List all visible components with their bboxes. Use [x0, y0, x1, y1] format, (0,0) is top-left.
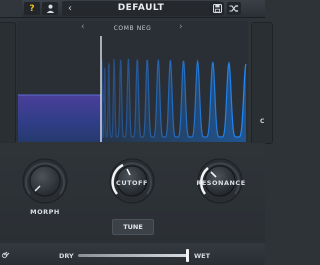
help-button[interactable]: ?	[24, 2, 40, 15]
user-button[interactable]	[42, 2, 58, 15]
left-side-panel	[0, 22, 16, 144]
dry-label: DRY	[59, 252, 74, 260]
morph-region	[18, 95, 103, 142]
resonance-label: RESONANCE	[196, 179, 246, 187]
morph-knob-graphic	[22, 158, 68, 204]
mix-slider-fill	[78, 254, 188, 257]
filter-response-display[interactable]: ‹ COMB NEG ›	[17, 21, 248, 142]
randomize-button[interactable]	[227, 2, 241, 15]
right-panel-label: C	[260, 118, 265, 125]
preset-selector[interactable]: ‹ DEFAULT ›	[62, 1, 220, 16]
toolbar-left-spacer	[0, 0, 22, 17]
mix-slider-track[interactable]	[78, 254, 190, 257]
cutoff-label: CUTOFF	[116, 179, 148, 187]
shuffle-icon	[229, 4, 239, 13]
save-button[interactable]	[210, 2, 224, 15]
preset-name: DEFAULT	[117, 3, 165, 13]
mode-next-chevron[interactable]: ›	[179, 22, 183, 32]
tune-button[interactable]: TUNE	[112, 219, 154, 235]
filter-mode-label: COMB NEG	[113, 25, 152, 32]
save-icon	[212, 4, 222, 13]
user-icon	[46, 4, 54, 13]
filter-curve-graph	[18, 36, 247, 142]
morph-label: MORPH	[30, 208, 60, 216]
wet-label: WET	[194, 252, 211, 260]
mix-slider-handle[interactable]	[186, 249, 190, 262]
morph-knob[interactable]	[22, 158, 68, 208]
top-toolbar: ? ‹ DEFAULT ›	[0, 0, 265, 18]
right-side-panel: C	[251, 22, 273, 144]
help-icon: ?	[29, 3, 35, 14]
link-icon[interactable]	[2, 249, 12, 259]
comb-response-curve	[100, 57, 247, 138]
